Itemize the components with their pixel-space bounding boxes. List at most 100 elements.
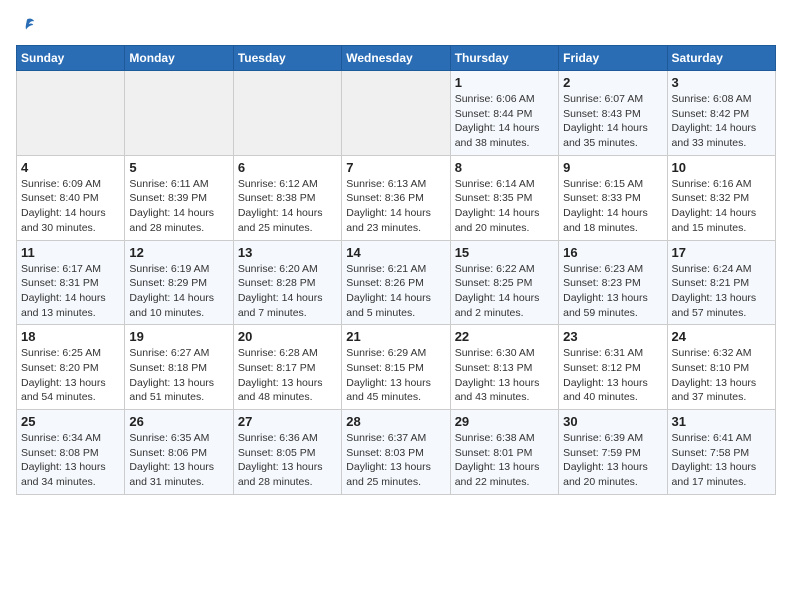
calendar-cell xyxy=(233,71,341,156)
calendar-week-row: 11 Sunrise: 6:17 AM Sunset: 8:31 PM Dayli… xyxy=(17,240,776,325)
day-number: 4 xyxy=(21,160,120,175)
calendar-cell: 7 Sunrise: 6:13 AM Sunset: 8:36 PM Daylig… xyxy=(342,155,450,240)
calendar-cell: 26 Sunrise: 6:35 AM Sunset: 8:06 PM Dayli… xyxy=(125,410,233,495)
day-number: 15 xyxy=(455,245,554,260)
day-number: 31 xyxy=(672,414,771,429)
weekday-header-wednesday: Wednesday xyxy=(342,46,450,71)
day-detail: Sunrise: 6:21 AM Sunset: 8:26 PM Dayligh… xyxy=(346,262,445,321)
day-number: 26 xyxy=(129,414,228,429)
calendar-cell: 2 Sunrise: 6:07 AM Sunset: 8:43 PM Daylig… xyxy=(559,71,667,156)
day-number: 21 xyxy=(346,329,445,344)
calendar-week-row: 1 Sunrise: 6:06 AM Sunset: 8:44 PM Daylig… xyxy=(17,71,776,156)
day-number: 29 xyxy=(455,414,554,429)
calendar-cell: 27 Sunrise: 6:36 AM Sunset: 8:05 PM Dayli… xyxy=(233,410,341,495)
weekday-header-saturday: Saturday xyxy=(667,46,775,71)
day-number: 16 xyxy=(563,245,662,260)
page-header xyxy=(16,16,776,39)
logo-bird-icon xyxy=(18,16,36,34)
calendar-cell: 12 Sunrise: 6:19 AM Sunset: 8:29 PM Dayli… xyxy=(125,240,233,325)
day-detail: Sunrise: 6:41 AM Sunset: 7:58 PM Dayligh… xyxy=(672,431,771,490)
calendar-cell: 23 Sunrise: 6:31 AM Sunset: 8:12 PM Dayli… xyxy=(559,325,667,410)
day-number: 19 xyxy=(129,329,228,344)
calendar-cell: 20Sunrise: 6:28 AM Sunset: 8:17 PM Dayli… xyxy=(233,325,341,410)
calendar-cell: 3Sunrise: 6:08 AM Sunset: 8:42 PM Daylig… xyxy=(667,71,775,156)
day-number: 9 xyxy=(563,160,662,175)
calendar-cell: 25Sunrise: 6:34 AM Sunset: 8:08 PM Dayli… xyxy=(17,410,125,495)
calendar-cell: 28 Sunrise: 6:37 AM Sunset: 8:03 PM Dayli… xyxy=(342,410,450,495)
calendar-table: SundayMondayTuesdayWednesdayThursdayFrid… xyxy=(16,45,776,495)
calendar-cell: 30Sunrise: 6:39 AM Sunset: 7:59 PM Dayli… xyxy=(559,410,667,495)
calendar-cell: 11 Sunrise: 6:17 AM Sunset: 8:31 PM Dayli… xyxy=(17,240,125,325)
day-number: 8 xyxy=(455,160,554,175)
day-detail: Sunrise: 6:30 AM Sunset: 8:13 PM Dayligh… xyxy=(455,346,554,405)
day-detail: Sunrise: 6:11 AM Sunset: 8:39 PM Dayligh… xyxy=(129,177,228,236)
day-number: 23 xyxy=(563,329,662,344)
calendar-cell: 22 Sunrise: 6:30 AM Sunset: 8:13 PM Dayli… xyxy=(450,325,558,410)
day-number: 1 xyxy=(455,75,554,90)
calendar-cell xyxy=(17,71,125,156)
day-number: 14 xyxy=(346,245,445,260)
calendar-cell: 10Sunrise: 6:16 AM Sunset: 8:32 PM Dayli… xyxy=(667,155,775,240)
calendar-cell: 9 Sunrise: 6:15 AM Sunset: 8:33 PM Daylig… xyxy=(559,155,667,240)
day-number: 12 xyxy=(129,245,228,260)
day-detail: Sunrise: 6:32 AM Sunset: 8:10 PM Dayligh… xyxy=(672,346,771,405)
calendar-cell: 31 Sunrise: 6:41 AM Sunset: 7:58 PM Dayli… xyxy=(667,410,775,495)
calendar-cell: 14 Sunrise: 6:21 AM Sunset: 8:26 PM Dayli… xyxy=(342,240,450,325)
day-detail: Sunrise: 6:38 AM Sunset: 8:01 PM Dayligh… xyxy=(455,431,554,490)
day-detail: Sunrise: 6:31 AM Sunset: 8:12 PM Dayligh… xyxy=(563,346,662,405)
day-detail: Sunrise: 6:13 AM Sunset: 8:36 PM Dayligh… xyxy=(346,177,445,236)
calendar-cell: 4 Sunrise: 6:09 AM Sunset: 8:40 PM Daylig… xyxy=(17,155,125,240)
day-number: 10 xyxy=(672,160,771,175)
day-detail: Sunrise: 6:34 AM Sunset: 8:08 PM Dayligh… xyxy=(21,431,120,490)
day-detail: Sunrise: 6:36 AM Sunset: 8:05 PM Dayligh… xyxy=(238,431,337,490)
day-number: 11 xyxy=(21,245,120,260)
day-number: 22 xyxy=(455,329,554,344)
weekday-header-sunday: Sunday xyxy=(17,46,125,71)
weekday-header-thursday: Thursday xyxy=(450,46,558,71)
day-detail: Sunrise: 6:14 AM Sunset: 8:35 PM Dayligh… xyxy=(455,177,554,236)
day-number: 30 xyxy=(563,414,662,429)
weekday-header-friday: Friday xyxy=(559,46,667,71)
day-detail: Sunrise: 6:24 AM Sunset: 8:21 PM Dayligh… xyxy=(672,262,771,321)
day-detail: Sunrise: 6:07 AM Sunset: 8:43 PM Dayligh… xyxy=(563,92,662,151)
day-detail: Sunrise: 6:27 AM Sunset: 8:18 PM Dayligh… xyxy=(129,346,228,405)
calendar-header-row: SundayMondayTuesdayWednesdayThursdayFrid… xyxy=(17,46,776,71)
calendar-cell: 29 Sunrise: 6:38 AM Sunset: 8:01 PM Dayli… xyxy=(450,410,558,495)
day-number: 2 xyxy=(563,75,662,90)
day-detail: Sunrise: 6:19 AM Sunset: 8:29 PM Dayligh… xyxy=(129,262,228,321)
day-detail: Sunrise: 6:37 AM Sunset: 8:03 PM Dayligh… xyxy=(346,431,445,490)
day-detail: Sunrise: 6:17 AM Sunset: 8:31 PM Dayligh… xyxy=(21,262,120,321)
day-detail: Sunrise: 6:28 AM Sunset: 8:17 PM Dayligh… xyxy=(238,346,337,405)
day-number: 17 xyxy=(672,245,771,260)
calendar-cell: 19 Sunrise: 6:27 AM Sunset: 8:18 PM Dayli… xyxy=(125,325,233,410)
day-detail: Sunrise: 6:22 AM Sunset: 8:25 PM Dayligh… xyxy=(455,262,554,321)
day-number: 18 xyxy=(21,329,120,344)
day-detail: Sunrise: 6:25 AM Sunset: 8:20 PM Dayligh… xyxy=(21,346,120,405)
day-number: 27 xyxy=(238,414,337,429)
day-number: 6 xyxy=(238,160,337,175)
calendar-cell: 13Sunrise: 6:20 AM Sunset: 8:28 PM Dayli… xyxy=(233,240,341,325)
day-number: 7 xyxy=(346,160,445,175)
day-detail: Sunrise: 6:09 AM Sunset: 8:40 PM Dayligh… xyxy=(21,177,120,236)
day-detail: Sunrise: 6:15 AM Sunset: 8:33 PM Dayligh… xyxy=(563,177,662,236)
day-number: 5 xyxy=(129,160,228,175)
calendar-cell xyxy=(125,71,233,156)
calendar-week-row: 25Sunrise: 6:34 AM Sunset: 8:08 PM Dayli… xyxy=(17,410,776,495)
day-detail: Sunrise: 6:08 AM Sunset: 8:42 PM Dayligh… xyxy=(672,92,771,151)
calendar-cell: 18 Sunrise: 6:25 AM Sunset: 8:20 PM Dayli… xyxy=(17,325,125,410)
day-detail: Sunrise: 6:06 AM Sunset: 8:44 PM Dayligh… xyxy=(455,92,554,151)
calendar-cell: 1 Sunrise: 6:06 AM Sunset: 8:44 PM Daylig… xyxy=(450,71,558,156)
day-detail: Sunrise: 6:29 AM Sunset: 8:15 PM Dayligh… xyxy=(346,346,445,405)
weekday-header-tuesday: Tuesday xyxy=(233,46,341,71)
calendar-cell: 8 Sunrise: 6:14 AM Sunset: 8:35 PM Daylig… xyxy=(450,155,558,240)
calendar-cell: 16Sunrise: 6:23 AM Sunset: 8:23 PM Dayli… xyxy=(559,240,667,325)
day-detail: Sunrise: 6:12 AM Sunset: 8:38 PM Dayligh… xyxy=(238,177,337,236)
day-number: 28 xyxy=(346,414,445,429)
calendar-cell: 21 Sunrise: 6:29 AM Sunset: 8:15 PM Dayli… xyxy=(342,325,450,410)
calendar-cell: 15 Sunrise: 6:22 AM Sunset: 8:25 PM Dayli… xyxy=(450,240,558,325)
day-detail: Sunrise: 6:35 AM Sunset: 8:06 PM Dayligh… xyxy=(129,431,228,490)
calendar-cell: 6 Sunrise: 6:12 AM Sunset: 8:38 PM Daylig… xyxy=(233,155,341,240)
calendar-cell: 17 Sunrise: 6:24 AM Sunset: 8:21 PM Dayli… xyxy=(667,240,775,325)
calendar-week-row: 18 Sunrise: 6:25 AM Sunset: 8:20 PM Dayli… xyxy=(17,325,776,410)
day-number: 24 xyxy=(672,329,771,344)
